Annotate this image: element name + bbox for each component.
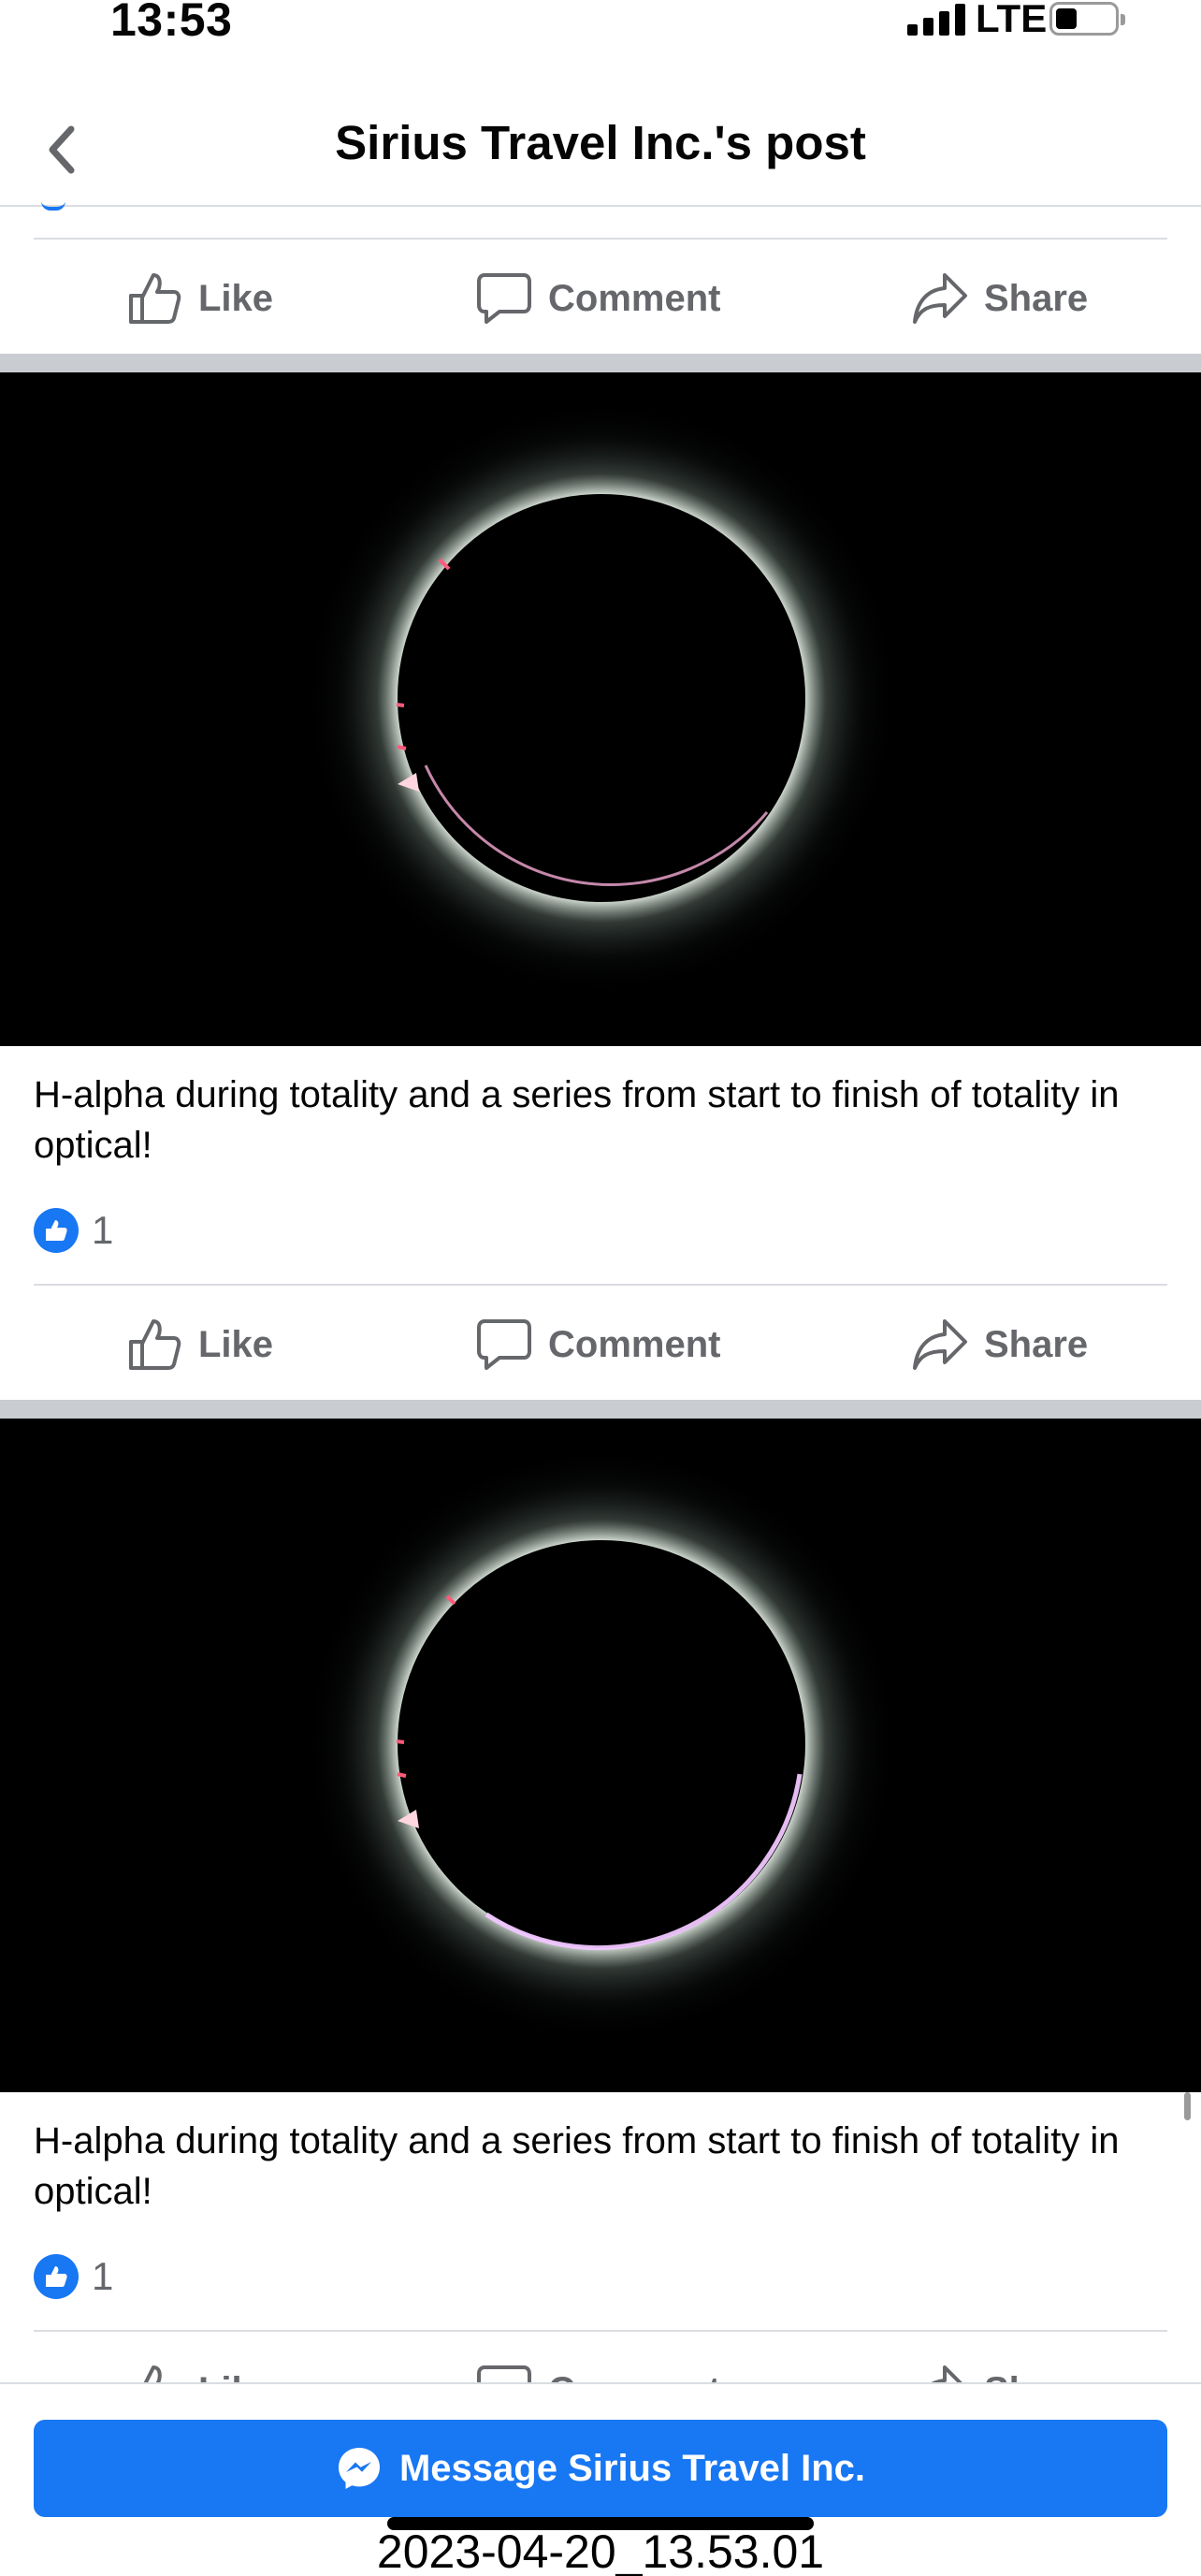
divider	[34, 1284, 1167, 1286]
post-actions: Like Comment Share	[0, 1284, 1201, 1400]
share-button[interactable]: Share	[911, 266, 1088, 331]
divider	[34, 2330, 1167, 2332]
status-time: 13:53	[110, 0, 233, 46]
reaction-count: 1	[92, 1208, 114, 1252]
post-caption: H-alpha during totality and a series fro…	[34, 2120, 1120, 2212]
share-icon	[913, 1319, 967, 1370]
comment-label: Comment	[548, 277, 721, 319]
status-bar: 13:53 LTE	[0, 0, 1201, 56]
share-button[interactable]: Share	[911, 1312, 1088, 1377]
like-button[interactable]: Like	[125, 1312, 273, 1377]
post-actions: Like Comment Share	[0, 238, 1201, 354]
comment-icon	[477, 273, 531, 324]
comment-button[interactable]: Comment	[475, 1312, 720, 1377]
scrollbar[interactable]	[1184, 2092, 1191, 2120]
reaction-count: 1	[92, 2254, 114, 2298]
signal-icon	[907, 4, 969, 36]
battery-icon	[1049, 2, 1125, 36]
messenger-icon	[338, 2448, 380, 2489]
post-header: Sirius Travel Inc.'s post	[0, 98, 1201, 211]
reaction-summary[interactable]: 1	[34, 2253, 113, 2300]
comment-label: Comment	[548, 1323, 721, 1365]
post-photo[interactable]	[0, 1419, 1201, 2092]
message-button-label: Message Sirius Travel Inc.	[398, 2447, 866, 2489]
screenshot-timestamp: 2023-04-20_13.53.01	[376, 2525, 825, 2576]
comment-button[interactable]: Comment	[475, 266, 720, 331]
share-label: Share	[984, 277, 1089, 319]
like-label: Like	[198, 277, 274, 319]
bottom-bar: Message Sirius Travel Inc. 2023-04-20_13…	[0, 2382, 1201, 2576]
share-icon	[913, 273, 967, 324]
page-title: Sirius Travel Inc.'s post	[335, 116, 866, 169]
thumbs-up-icon	[129, 273, 181, 324]
like-reaction-icon	[34, 2254, 79, 2299]
share-label: Share	[984, 1323, 1089, 1365]
like-reaction-icon	[34, 1208, 79, 1253]
thumbs-up-icon	[129, 1319, 181, 1370]
post-separator	[0, 1400, 1201, 1419]
divider	[34, 238, 1167, 240]
like-label: Like	[198, 1323, 274, 1365]
like-button[interactable]: Like	[125, 266, 273, 331]
reaction-summary[interactable]: 1	[34, 1207, 113, 1254]
eclipse-image	[302, 1445, 901, 2044]
post-caption: H-alpha during totality and a series fro…	[34, 1074, 1120, 1166]
post-separator	[0, 354, 1201, 372]
network-label: LTE	[976, 0, 1048, 40]
eclipse-image	[302, 399, 901, 997]
reaction-icon-partial	[41, 201, 65, 211]
post-photo[interactable]	[0, 372, 1201, 1046]
message-page-button[interactable]: Message Sirius Travel Inc.	[34, 2420, 1167, 2517]
comment-icon	[477, 1319, 531, 1370]
